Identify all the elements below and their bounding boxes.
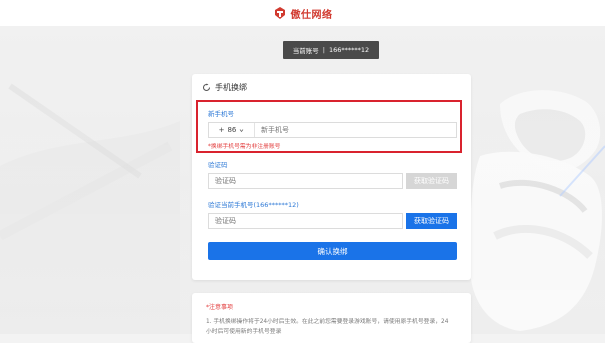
brand-logo-icon (273, 6, 287, 20)
country-code-value: 86 (227, 126, 237, 134)
brand-name: 傲仕网络 (290, 9, 333, 21)
brand-logo[interactable]: 傲仕网络 (273, 6, 333, 21)
current-account-value: 166******12 (329, 46, 370, 54)
verify-code-input-group (208, 173, 403, 189)
confirm-rebind-button[interactable]: 确认换绑 (208, 242, 457, 260)
chevron-down-icon (240, 128, 244, 132)
verify-code-input[interactable] (209, 176, 402, 186)
current-account-label: 当前账号 (292, 47, 319, 55)
current-phone-code-input[interactable] (209, 216, 402, 226)
new-phone-error: *换绑手机号需为非注册账号 (208, 144, 281, 150)
notes-line-1: 1. 手机换绑操作将于24小时后生效。在此之前您需要登录游戏账号，请使用原手机号… (206, 319, 449, 325)
get-code-button-disabled[interactable]: 获取验证码 (406, 173, 457, 189)
card-title: 手机换绑 (215, 83, 247, 92)
current-phone-code-input-group (208, 213, 403, 229)
verify-code-label: 验证码 (208, 161, 228, 169)
account-separator: | (322, 46, 325, 54)
current-account-badge: 当前账号 | 166******12 (283, 41, 379, 59)
notes-card: *注意事项 1. 手机换绑操作将于24小时后生效。在此之前您需要登录游戏账号，请… (192, 293, 471, 343)
new-phone-input-group: + 86 (208, 122, 457, 138)
new-phone-input[interactable] (255, 125, 456, 135)
top-header: 傲仕网络 (0, 0, 605, 26)
country-code-plus: + (218, 126, 225, 134)
current-phone-verify-label: 验证当前手机号(166******12) (208, 201, 299, 209)
country-code-select[interactable]: + 86 (209, 123, 255, 137)
new-phone-label: 新手机号 (208, 110, 234, 118)
refresh-icon (203, 83, 211, 91)
card-title-row: 手机换绑 (202, 82, 247, 93)
get-code-button[interactable]: 获取验证码 (406, 213, 457, 229)
notes-title: *注意事项 (206, 304, 234, 311)
